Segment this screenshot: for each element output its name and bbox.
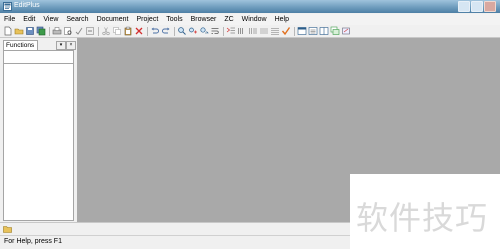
redo-icon[interactable] — [161, 26, 171, 36]
status-text: For Help, press F1 — [4, 238, 62, 245]
list-icon[interactable] — [270, 26, 280, 36]
open-folder-icon[interactable] — [14, 26, 24, 36]
menu-edit[interactable]: Edit — [19, 14, 39, 25]
panel-tab-row: Functions ▾ × — [2, 39, 76, 50]
menu-file[interactable]: File — [0, 14, 19, 25]
toolbar-separator — [98, 26, 99, 36]
paste-icon[interactable] — [123, 26, 133, 36]
close-button[interactable] — [484, 1, 496, 12]
menu-browser[interactable]: Browser — [187, 14, 221, 25]
watermark: 软件技巧 — [356, 199, 489, 237]
functions-panel: Functions ▾ × — [2, 38, 76, 221]
editplus-window: EditPlus File Edit View Search Document … — [0, 0, 500, 249]
menu-window[interactable]: Window — [238, 14, 271, 25]
panel-dropdown-button[interactable]: ▾ — [56, 41, 66, 50]
undo-icon[interactable] — [150, 26, 160, 36]
word-wrap-icon[interactable] — [210, 26, 220, 36]
toolbar-separator — [147, 26, 148, 36]
toolbar-separator — [49, 26, 50, 36]
menu-document[interactable]: Document — [93, 14, 133, 25]
window-icon[interactable] — [297, 26, 307, 36]
function-selector[interactable] — [3, 50, 74, 64]
tile-icon[interactable] — [319, 26, 329, 36]
maximize-button[interactable] — [471, 1, 483, 12]
save-all-icon[interactable] — [36, 26, 46, 36]
cascade-icon[interactable] — [330, 26, 340, 36]
indent-icon[interactable] — [226, 26, 236, 36]
editplus-app-icon — [3, 2, 12, 11]
outdent-icon[interactable] — [237, 26, 247, 36]
menu-project[interactable]: Project — [132, 14, 162, 25]
cut-icon[interactable] — [101, 26, 111, 36]
window-title: EditPlus — [14, 2, 40, 9]
checkmark-icon[interactable] — [281, 26, 291, 36]
main-toolbar — [0, 25, 500, 38]
tab-functions[interactable]: Functions — [3, 40, 38, 50]
replace-icon[interactable] — [188, 26, 198, 36]
goto-icon[interactable] — [85, 26, 95, 36]
folder-icon[interactable] — [3, 225, 12, 233]
menu-tools[interactable]: Tools — [162, 14, 186, 25]
print-icon[interactable] — [52, 26, 62, 36]
title-bar[interactable]: EditPlus — [0, 0, 500, 13]
print-preview-icon[interactable] — [63, 26, 73, 36]
save-icon[interactable] — [25, 26, 35, 36]
new-file-icon[interactable] — [3, 26, 13, 36]
copy-icon[interactable] — [112, 26, 122, 36]
toolbar-separator — [223, 26, 224, 36]
function-list[interactable] — [3, 64, 74, 221]
spell-check-icon[interactable] — [74, 26, 84, 36]
menu-view[interactable]: View — [39, 14, 62, 25]
delete-icon[interactable] — [134, 26, 144, 36]
find-next-icon[interactable] — [199, 26, 209, 36]
panel-close-button[interactable]: × — [66, 41, 76, 50]
minimize-button[interactable] — [458, 1, 470, 12]
tools-icon[interactable] — [341, 26, 351, 36]
window-controls — [458, 1, 496, 12]
menu-zc[interactable]: ZC — [220, 14, 237, 25]
align-icon[interactable] — [248, 26, 258, 36]
menu-bar: File Edit View Search Document Project T… — [0, 14, 500, 25]
menu-search[interactable]: Search — [62, 14, 92, 25]
toolbar-separator — [294, 26, 295, 36]
window-list-icon[interactable] — [308, 26, 318, 36]
find-icon[interactable] — [177, 26, 187, 36]
column-icon[interactable] — [259, 26, 269, 36]
menu-help[interactable]: Help — [271, 14, 293, 25]
toolbar-separator — [174, 26, 175, 36]
